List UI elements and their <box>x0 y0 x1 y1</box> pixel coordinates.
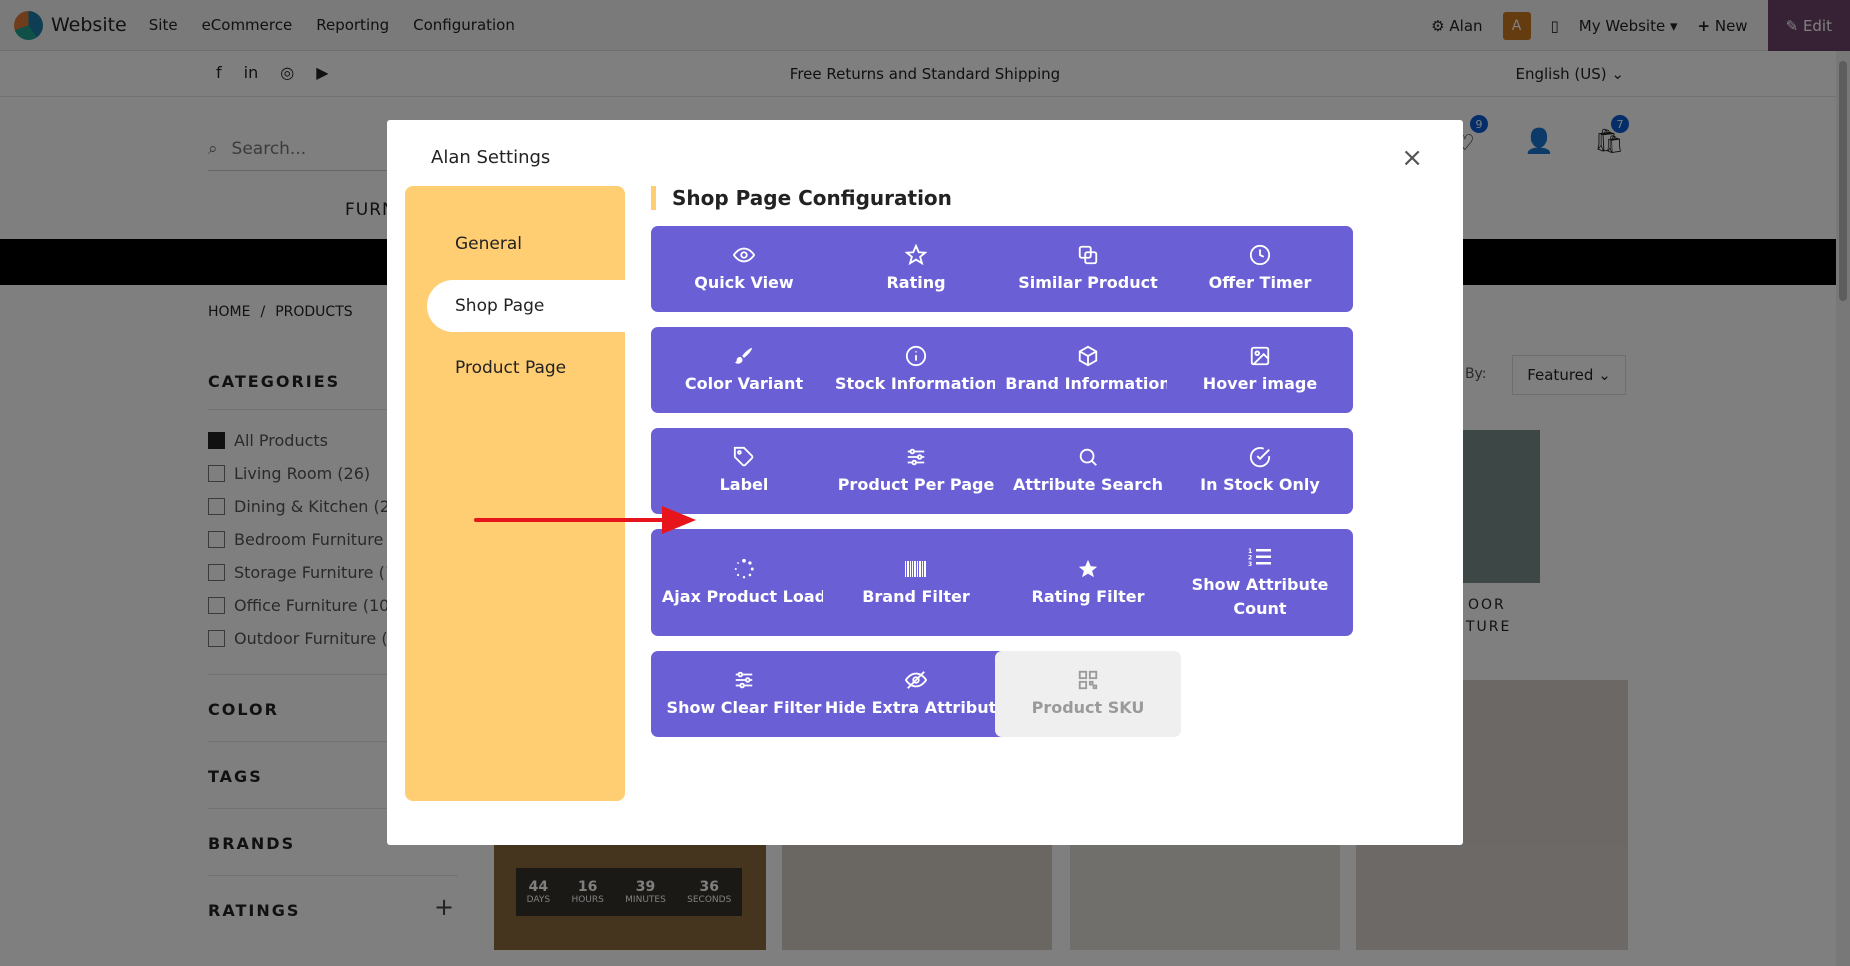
setting-tile-brand-information[interactable]: Brand Information <box>995 327 1181 413</box>
cube-icon <box>1077 344 1099 368</box>
setting-tile-in-stock-only[interactable]: In Stock Only <box>1167 428 1353 514</box>
setting-tile-label: Show Clear Filter <box>666 698 822 718</box>
image-icon <box>1249 344 1271 368</box>
setting-tile-rating[interactable]: Rating <box>823 226 1009 312</box>
check-circle-icon <box>1249 445 1271 469</box>
setting-tile-label: Rating Filter <box>1031 586 1145 606</box>
tab-general[interactable]: General <box>405 218 625 270</box>
setting-tile-color-variant[interactable]: Color Variant <box>651 327 837 413</box>
setting-tile-offer-timer[interactable]: Offer Timer <box>1167 226 1353 312</box>
setting-tile-product-per-page[interactable]: Product Per Page <box>823 428 1009 514</box>
star-filled-icon <box>1077 557 1099 581</box>
setting-tile-quick-view[interactable]: Quick View <box>651 226 837 312</box>
paint-brush-icon <box>733 344 755 368</box>
setting-tile-label: Product SKU <box>1031 698 1145 718</box>
setting-tile-label: Quick View <box>694 273 794 293</box>
setting-tile-show-clear-filter[interactable]: Show Clear Filter <box>651 651 837 737</box>
setting-tile-attribute-search[interactable]: Attribute Search <box>995 428 1181 514</box>
tab-product-page[interactable]: Product Page <box>405 342 625 394</box>
setting-tile-label: Stock Information <box>834 374 998 394</box>
info-icon <box>905 344 927 368</box>
setting-tile-rating-filter[interactable]: Rating Filter <box>995 529 1181 636</box>
setting-tile-label: In Stock Only <box>1200 475 1320 495</box>
setting-tile-label: Show Attribute Count <box>1191 575 1329 618</box>
sliders-icon <box>905 445 927 469</box>
copy-icon <box>1077 243 1099 267</box>
setting-tile-label: Offer Timer <box>1208 273 1312 293</box>
spinner-icon <box>733 557 755 581</box>
eye-slash-icon <box>905 668 927 692</box>
setting-tile-label: Label <box>719 475 769 495</box>
setting-tile-hover-image[interactable]: Hover image <box>1167 327 1353 413</box>
barcode-icon <box>904 557 928 581</box>
setting-tile-ajax-product-load[interactable]: Ajax Product Load <box>651 529 837 636</box>
setting-tile-similar-product[interactable]: Similar Product <box>995 226 1181 312</box>
tag-icon <box>733 445 755 469</box>
star-outline-icon <box>905 243 927 267</box>
dialog-title: Alan Settings <box>431 147 551 168</box>
setting-tile-label: Brand Information <box>1005 374 1171 394</box>
setting-tile-label: Hover image <box>1202 374 1318 394</box>
search-icon <box>1077 445 1099 469</box>
list-ordered-icon: 123 <box>1248 545 1272 569</box>
eye-icon <box>733 243 755 267</box>
setting-tile-brand-filter[interactable]: Brand Filter <box>823 529 1009 636</box>
setting-tile-label: Similar Product <box>1018 273 1158 293</box>
annotation-arrow <box>474 506 696 534</box>
close-icon[interactable]: × <box>1401 143 1423 173</box>
settings-dialog: Alan Settings × General Shop Page Produc… <box>387 120 1463 845</box>
settings-sidebar: General Shop Page Product Page <box>405 186 625 801</box>
setting-tile-stock-information[interactable]: Stock Information <box>823 327 1009 413</box>
setting-tile-show-attribute-count[interactable]: 1 2 3 Show Attribute Count <box>1167 529 1353 636</box>
clock-icon <box>1249 243 1271 267</box>
setting-tile-label: Color Variant <box>684 374 804 394</box>
sliders-icon <box>733 668 755 692</box>
setting-tile-label: Rating <box>886 273 946 293</box>
setting-tile-label: Brand Filter <box>862 586 970 606</box>
arrow-head <box>662 506 696 534</box>
section-heading: Shop Page Configuration <box>651 186 952 210</box>
setting-tile-label: Product Per Page <box>837 475 995 495</box>
setting-tile-label: Hide Extra Attribute <box>824 698 1008 718</box>
setting-tile-label: Attribute Search <box>1013 475 1163 495</box>
setting-tile-product-sku[interactable]: Product SKU <box>995 651 1181 737</box>
setting-tile-label: Ajax Product Load <box>661 586 827 606</box>
tab-shop-page[interactable]: Shop Page <box>427 280 625 332</box>
svg-text:3: 3 <box>1248 561 1252 568</box>
qrcode-icon <box>1077 668 1099 692</box>
setting-tile-hide-extra-attribute[interactable]: Hide Extra Attribute <box>823 651 1009 737</box>
